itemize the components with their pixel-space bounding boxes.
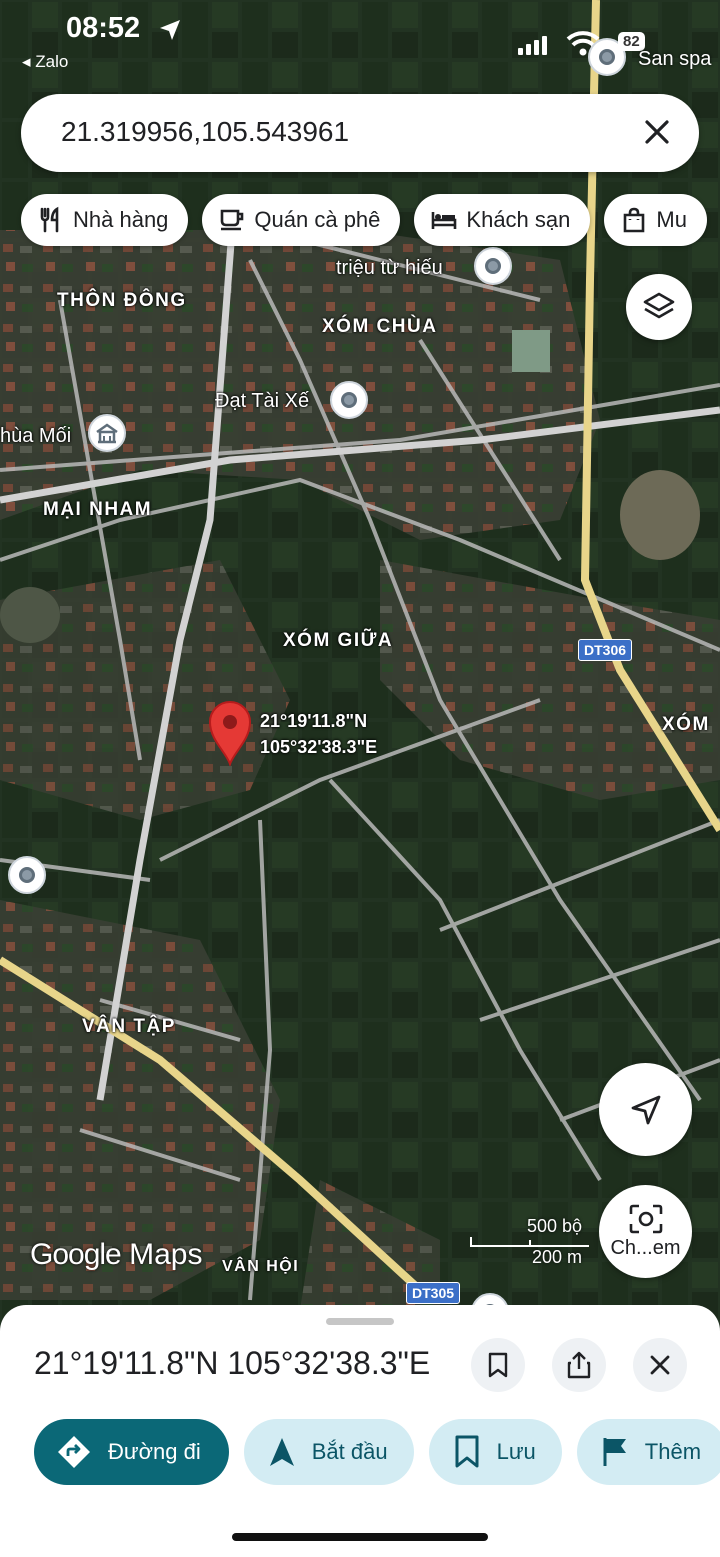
poi-label-trieu-tu-hieu[interactable]: triệu từ hiếu bbox=[336, 257, 443, 280]
action-buttons: Đường đi Bắt đầu Lưu Thêm bbox=[34, 1419, 720, 1485]
chip-restaurants[interactable]: Nhà hàng bbox=[21, 194, 189, 246]
directions-label: Đường đi bbox=[108, 1439, 201, 1464]
directions-icon bbox=[58, 1436, 90, 1468]
chip-hotels[interactable]: Khách sạn bbox=[414, 194, 591, 246]
place-label-xom-edge: XÓM bbox=[662, 714, 710, 735]
poi-label-dat-tai-xe[interactable]: Đạt Tài Xế bbox=[215, 390, 309, 413]
chip-label: Khách sạn bbox=[466, 207, 571, 232]
search-input[interactable]: 21.319956,105.543961 bbox=[61, 116, 349, 148]
more-label: Thêm bbox=[644, 1439, 702, 1464]
sheet-drag-handle[interactable] bbox=[326, 1318, 394, 1325]
share-icon bbox=[567, 1351, 591, 1379]
camera-lens-icon bbox=[629, 1204, 662, 1234]
chip-shopping[interactable]: Mu bbox=[604, 194, 707, 246]
close-icon bbox=[650, 1355, 670, 1375]
home-indicator bbox=[232, 1533, 488, 1541]
hotel-icon bbox=[432, 212, 457, 229]
save-icon-button[interactable] bbox=[471, 1338, 525, 1392]
chip-label: Mu bbox=[656, 207, 687, 232]
watermark-maps: Maps bbox=[129, 1238, 203, 1271]
pin-latitude: 21°19'11.8"N bbox=[260, 711, 368, 731]
poi-pin-icon[interactable] bbox=[330, 381, 368, 419]
poi-pin-icon[interactable] bbox=[8, 856, 46, 894]
location-arrow-icon bbox=[160, 20, 180, 40]
road-shield-dt305: DT305 bbox=[406, 1282, 461, 1304]
start-button[interactable]: Bắt đầu bbox=[243, 1419, 414, 1485]
place-label-thon-dong: THÔN ĐÔNG bbox=[57, 290, 187, 311]
close-sheet-button[interactable] bbox=[633, 1338, 687, 1392]
watermark-google: Google bbox=[30, 1238, 122, 1271]
coffee-icon bbox=[221, 209, 244, 231]
scale-bottom: 200 m bbox=[531, 1247, 582, 1267]
chip-label: Quán cà phê bbox=[254, 207, 381, 232]
flag-icon bbox=[603, 1438, 626, 1466]
save-button[interactable]: Lưu bbox=[428, 1419, 562, 1485]
place-title: 21°19'11.8"N 105°32'38.3"E bbox=[34, 1345, 431, 1381]
layers-icon bbox=[643, 292, 675, 319]
bottom-sheet[interactable]: 21°19'11.8"N 105°32'38.3"E Đường đi Bắt … bbox=[0, 1305, 720, 1557]
bookmark-icon bbox=[488, 1352, 508, 1378]
bookmark-icon bbox=[455, 1435, 479, 1468]
scale-top: 500 bộ bbox=[526, 1216, 582, 1236]
start-label: Bắt đầu bbox=[311, 1439, 388, 1464]
navigation-arrow-icon bbox=[269, 1438, 294, 1466]
road-shield-dt306: DT306 bbox=[578, 639, 633, 661]
signal-icon bbox=[518, 36, 547, 55]
lens-label: Ch...em bbox=[610, 1237, 681, 1259]
search-bar[interactable]: 21.319956,105.543961 bbox=[21, 94, 699, 172]
place-label-van-hoi: VÂN HỘI bbox=[222, 1258, 300, 1275]
restaurant-icon bbox=[40, 206, 59, 233]
navigation-arrow-outline-icon bbox=[631, 1095, 660, 1124]
place-label-xom-giua: XÓM GIỮA bbox=[283, 630, 394, 651]
layers-button[interactable] bbox=[626, 274, 692, 340]
chip-label: Nhà hàng bbox=[73, 207, 169, 232]
place-label-mai-nham: MẠI NHAM bbox=[43, 499, 153, 520]
back-to-app-link[interactable]: ◂ Zalo bbox=[22, 52, 68, 72]
place-label-xom-chua: XÓM CHÙA bbox=[322, 316, 438, 337]
directions-button[interactable]: Đường đi bbox=[34, 1419, 229, 1485]
category-chips: Nhà hàng Quán cà phê Khách sạn Mu bbox=[21, 194, 707, 246]
edge-poi-label: San spa bbox=[638, 48, 712, 70]
lens-button[interactable]: Ch...em bbox=[599, 1185, 692, 1278]
chip-coffee[interactable]: Quán cà phê bbox=[202, 194, 401, 246]
save-label: Lưu bbox=[496, 1439, 536, 1464]
close-icon[interactable] bbox=[641, 116, 673, 148]
share-button[interactable] bbox=[552, 1338, 606, 1392]
poi-label-chua-moi[interactable]: hùa Mối bbox=[0, 425, 71, 448]
dropped-pin-icon[interactable] bbox=[208, 700, 252, 766]
pin-coordinates: 21°19'11.8"N 105°32'38.3"E bbox=[260, 708, 377, 760]
temple-pin-icon[interactable] bbox=[88, 414, 126, 452]
place-label-van-tap: VÂN TẬP bbox=[82, 1016, 176, 1037]
more-button[interactable]: Thêm bbox=[576, 1419, 720, 1485]
map-scale: 500 bộ 200 m bbox=[470, 1216, 590, 1268]
my-location-button[interactable] bbox=[599, 1063, 692, 1156]
pin-longitude: 105°32'38.3"E bbox=[260, 737, 378, 757]
status-time: 08:52 bbox=[66, 12, 141, 44]
shopping-bag-icon bbox=[624, 207, 645, 233]
poi-pin-icon[interactable] bbox=[474, 247, 512, 285]
scale-bar bbox=[470, 1237, 589, 1247]
google-maps-watermark: Google Maps bbox=[30, 1238, 202, 1272]
